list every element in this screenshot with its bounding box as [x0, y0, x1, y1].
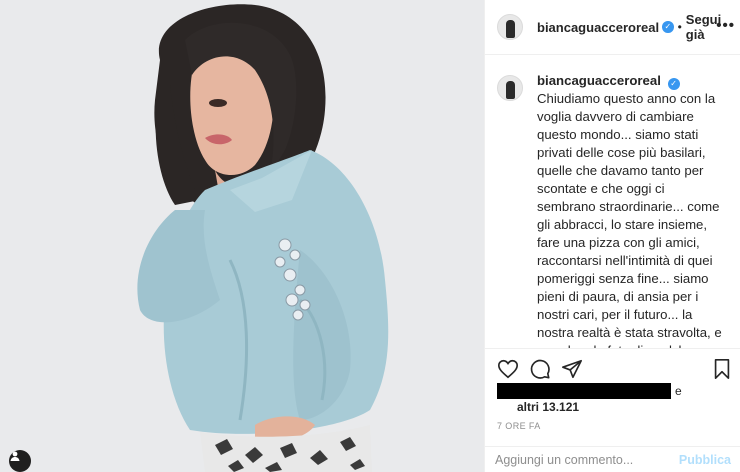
- follow-separator: •: [677, 20, 682, 34]
- redacted-liker-name: [497, 383, 671, 399]
- verified-badge-icon: ✓: [667, 78, 680, 90]
- caption-section: biancaguacceroreal ✓ Chiudiamo questo an…: [485, 56, 740, 348]
- post-sidebar: biancaguacceroreal ✓ • Segui già ••• bia…: [484, 0, 740, 472]
- avatar[interactable]: [497, 14, 523, 40]
- publish-button[interactable]: Pubblica: [679, 453, 731, 467]
- caption-username[interactable]: biancaguacceroreal: [537, 73, 661, 88]
- comment-form: Pubblica: [485, 446, 740, 472]
- header-username[interactable]: biancaguacceroreal: [537, 20, 659, 35]
- comment-icon[interactable]: [529, 358, 551, 380]
- more-options-icon[interactable]: •••: [716, 17, 735, 34]
- caption-body: Chiudiamo questo anno con la voglia davv…: [537, 91, 722, 348]
- woman-portrait-image: [0, 0, 484, 472]
- verified-badge-icon: ✓: [662, 21, 674, 33]
- comment-input[interactable]: [495, 452, 679, 467]
- paper-plane-icon[interactable]: [561, 358, 583, 380]
- heart-icon[interactable]: [497, 358, 519, 380]
- post-timestamp[interactable]: 7 ORE FA: [497, 421, 541, 431]
- post-header: biancaguacceroreal ✓ • Segui già •••: [485, 0, 740, 55]
- post-photo[interactable]: [0, 0, 484, 472]
- bookmark-icon[interactable]: [711, 358, 733, 380]
- likes-summary: e altri 13.121: [497, 382, 731, 418]
- caption: biancaguacceroreal ✓ Chiudiamo questo an…: [537, 72, 725, 348]
- caption-avatar[interactable]: [497, 75, 523, 101]
- user-tag-icon[interactable]: [9, 450, 31, 472]
- likes-count-link[interactable]: altri 13.121: [517, 400, 579, 414]
- likes-connector: e: [675, 384, 682, 398]
